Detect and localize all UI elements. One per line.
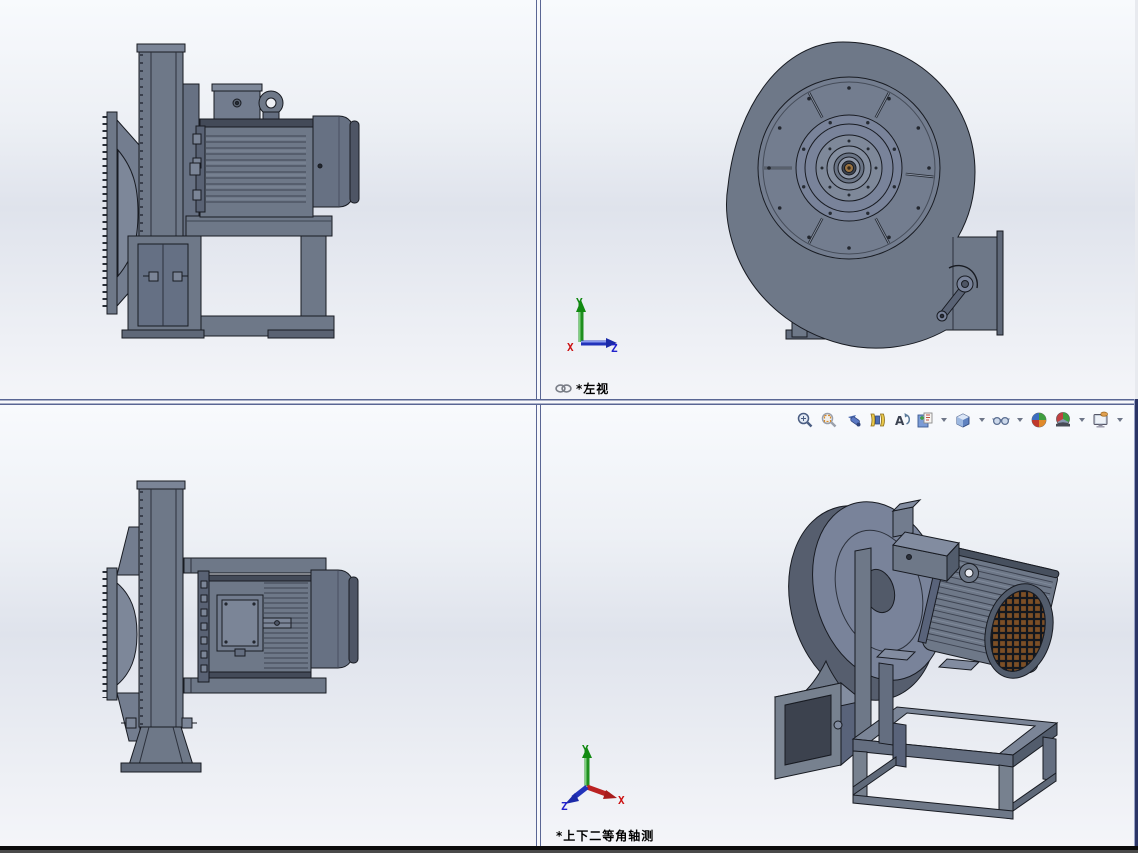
cad-top-view bbox=[102, 480, 359, 773]
section-view-icon[interactable] bbox=[866, 409, 888, 431]
axis-label-y: Y bbox=[576, 296, 583, 309]
hide-show-items-dropdown[interactable] bbox=[1014, 410, 1026, 430]
viewport-top-right[interactable]: Y Z X *左视 bbox=[541, 0, 1135, 400]
apply-scene-icon[interactable] bbox=[1052, 409, 1074, 431]
previous-view-icon[interactable] bbox=[842, 409, 864, 431]
axis-label-y: Y bbox=[582, 743, 589, 756]
view-orientation-icon[interactable] bbox=[914, 409, 936, 431]
viewport-label-top-right: *左视 bbox=[555, 380, 609, 397]
display-style-dropdown[interactable] bbox=[976, 410, 988, 430]
viewport-top-left[interactable] bbox=[0, 0, 536, 400]
cad-front-view bbox=[725, 41, 1004, 349]
axis-label-z: Z bbox=[611, 342, 618, 354]
viewport-bottom-right[interactable]: A Y X Z *上下二等角轴测 bbox=[541, 405, 1135, 846]
window-border-bottom bbox=[0, 846, 1138, 853]
viewport-label-bottom-right: *上下二等角轴测 bbox=[556, 827, 654, 844]
window-border-right bbox=[1134, 399, 1138, 846]
orientation-triad: Y X Z bbox=[561, 743, 625, 810]
annotation-views-icon[interactable]: A bbox=[890, 409, 912, 431]
heads-up-view-toolbar: A bbox=[794, 409, 1126, 431]
apply-scene-dropdown[interactable] bbox=[1076, 410, 1088, 430]
viewport-splitter-horizontal[interactable] bbox=[0, 399, 1138, 405]
svg-text:A: A bbox=[895, 414, 905, 428]
cad-side-view bbox=[102, 43, 360, 339]
view-name-text: *上下二等角轴测 bbox=[556, 829, 655, 843]
view-orientation-dropdown[interactable] bbox=[938, 410, 950, 430]
axis-label-x: X bbox=[567, 341, 574, 354]
axis-label-z: Z bbox=[561, 800, 568, 810]
cad-isometric-view bbox=[773, 499, 1060, 820]
view-settings-icon[interactable] bbox=[1090, 409, 1112, 431]
axis-label-x: X bbox=[618, 794, 625, 807]
hide-show-items-icon[interactable] bbox=[990, 409, 1012, 431]
zoom-to-fit-icon[interactable] bbox=[794, 409, 816, 431]
orientation-triad: Y Z X bbox=[567, 296, 618, 354]
zoom-to-area-icon[interactable] bbox=[818, 409, 840, 431]
viewport-bottom-left[interactable] bbox=[0, 405, 536, 846]
view-settings-dropdown[interactable] bbox=[1114, 410, 1126, 430]
edit-appearance-icon[interactable] bbox=[1028, 409, 1050, 431]
link-icon bbox=[555, 384, 572, 393]
viewport-splitter-vertical[interactable] bbox=[536, 0, 541, 853]
display-style-icon[interactable] bbox=[952, 409, 974, 431]
solidworks-four-viewport-window: { "viewports": { "top_left": { "content"… bbox=[0, 0, 1138, 853]
view-name-text: *左视 bbox=[576, 382, 610, 396]
